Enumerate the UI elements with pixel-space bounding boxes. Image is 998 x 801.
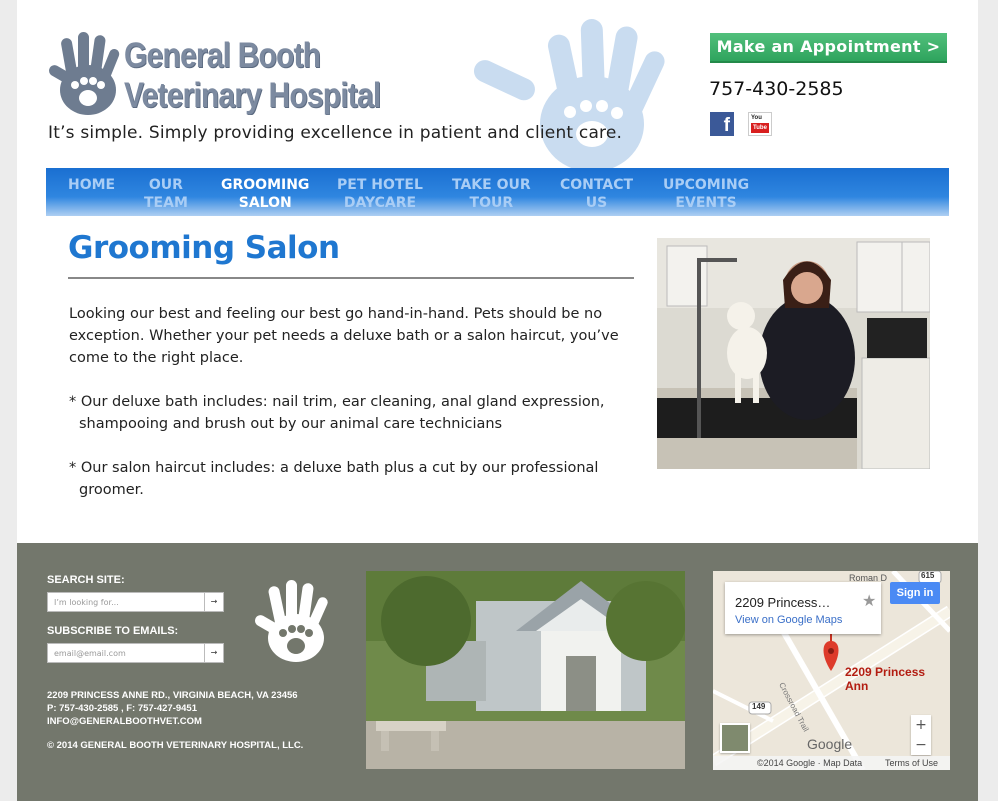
search-label: SEARCH SITE: — [47, 574, 125, 586]
search-go-button[interactable]: → — [204, 592, 224, 612]
subscribe-go-button[interactable]: → — [204, 643, 224, 663]
tagline: It’s simple. Simply providing excellence… — [48, 123, 623, 143]
background-handprint-icon — [462, 14, 677, 169]
nav-label: DAYCARE — [343, 195, 417, 211]
footer-address: 2209 PRINCESS ANNE RD., VIRGINIA BEACH, … — [47, 690, 298, 701]
map-route-149: 149 — [752, 702, 766, 711]
make-appointment-button[interactable]: Make an Appointment > — [710, 33, 947, 63]
star-icon[interactable]: ★ — [862, 591, 876, 610]
nav-contact-us[interactable]: CONTACT US — [560, 176, 633, 212]
map-attribution-bar: ©2014 Google · Map Data Terms of Use — [713, 756, 950, 770]
footer-phones: P: 757-430-2585 , F: 757-427-9451 — [47, 703, 197, 714]
page-title: Grooming Salon — [68, 230, 340, 266]
nav-grooming-salon[interactable]: GROOMING SALON — [221, 176, 309, 212]
zoom-in-button[interactable]: + — [911, 715, 931, 735]
youtube-icon[interactable]: You Tube — [748, 112, 772, 136]
deluxe-bath-bullet: * Our deluxe bath includes: nail trim, e… — [69, 394, 605, 432]
grooming-photo — [657, 238, 930, 469]
nav-label: HOME — [68, 177, 116, 193]
youtube-icon-bottom: Tube — [751, 123, 769, 133]
nav-label: SALON — [238, 195, 292, 211]
view-on-google-maps-link[interactable]: View on Google Maps — [735, 614, 842, 626]
zoom-out-button[interactable]: − — [911, 735, 931, 755]
map-pin-label: 2209 Princess Ann — [845, 665, 926, 693]
salon-haircut-bullet: * Our salon haircut includes: a deluxe b… — [69, 460, 599, 498]
facebook-icon[interactable]: f — [710, 112, 734, 136]
google-logo: Google — [807, 736, 853, 752]
map-zoom-control: + − — [911, 715, 931, 755]
map-terms-link[interactable]: Terms of Use — [885, 756, 938, 770]
logo-line-1: General Booth — [124, 36, 321, 75]
map-route-615: 615 — [921, 571, 935, 580]
footer-handprint-icon — [252, 578, 338, 666]
map-card-title: 2209 Princess… — [735, 595, 831, 610]
map-sign-in-button[interactable]: Sign in — [890, 582, 940, 604]
nav-our-team[interactable]: OUR TEAM — [144, 176, 188, 212]
hospital-building-photo — [366, 571, 685, 769]
intro-paragraph: Looking our best and feeling our best go… — [69, 306, 619, 366]
satellite-toggle-thumbnail[interactable] — [720, 723, 750, 753]
nav-label: UPCOMING — [663, 177, 750, 193]
nav-label: EVENTS — [675, 195, 737, 211]
nav-upcoming-events[interactable]: UPCOMING EVENTS — [663, 176, 749, 212]
nav-label: CONTACT — [560, 177, 634, 193]
map-info-card: 2209 Princess… View on Google Maps ★ — [725, 582, 881, 634]
nav-pet-hotel-daycare[interactable]: PET HOTEL DAYCARE — [337, 176, 423, 212]
nav-label: GROOMING — [221, 177, 310, 193]
logo-handprint-icon — [49, 32, 120, 115]
search-input[interactable]: I’m looking for... — [47, 592, 205, 612]
nav-take-our-tour[interactable]: TAKE OUR TOUR — [452, 176, 531, 212]
nav-label: TAKE OUR — [452, 177, 531, 193]
email-input[interactable]: email@email.com — [47, 643, 205, 663]
nav-label: PET HOTEL — [337, 177, 423, 193]
title-divider — [68, 277, 634, 279]
google-map[interactable]: Roman D 615 149 Crossroad Trail 2209 Pri… — [713, 571, 950, 770]
subscribe-label: SUBSCRIBE TO EMAILS: — [47, 625, 179, 637]
nav-label: OUR — [148, 177, 183, 193]
footer-email-link[interactable]: INFO@GENERALBOOTHVET.COM — [47, 715, 202, 728]
nav-label: TEAM — [144, 195, 188, 211]
main-nav: HOME OUR TEAM GROOMING SALON PET HOTEL D… — [46, 168, 949, 216]
nav-home[interactable]: HOME — [68, 176, 115, 194]
nav-label: TOUR — [469, 195, 514, 211]
header-phone: 757-430-2585 — [709, 78, 844, 100]
footer-copyright: © 2014 GENERAL BOOTH VETERINARY HOSPITAL… — [47, 740, 304, 751]
nav-label: US — [585, 195, 608, 211]
youtube-icon-top: You — [751, 115, 762, 121]
logo-text[interactable]: General Booth Veterinary Hospital — [124, 36, 381, 116]
map-data-credit: ©2014 Google · Map Data — [757, 758, 863, 768]
logo-line-2: Veterinary Hospital — [124, 76, 381, 115]
